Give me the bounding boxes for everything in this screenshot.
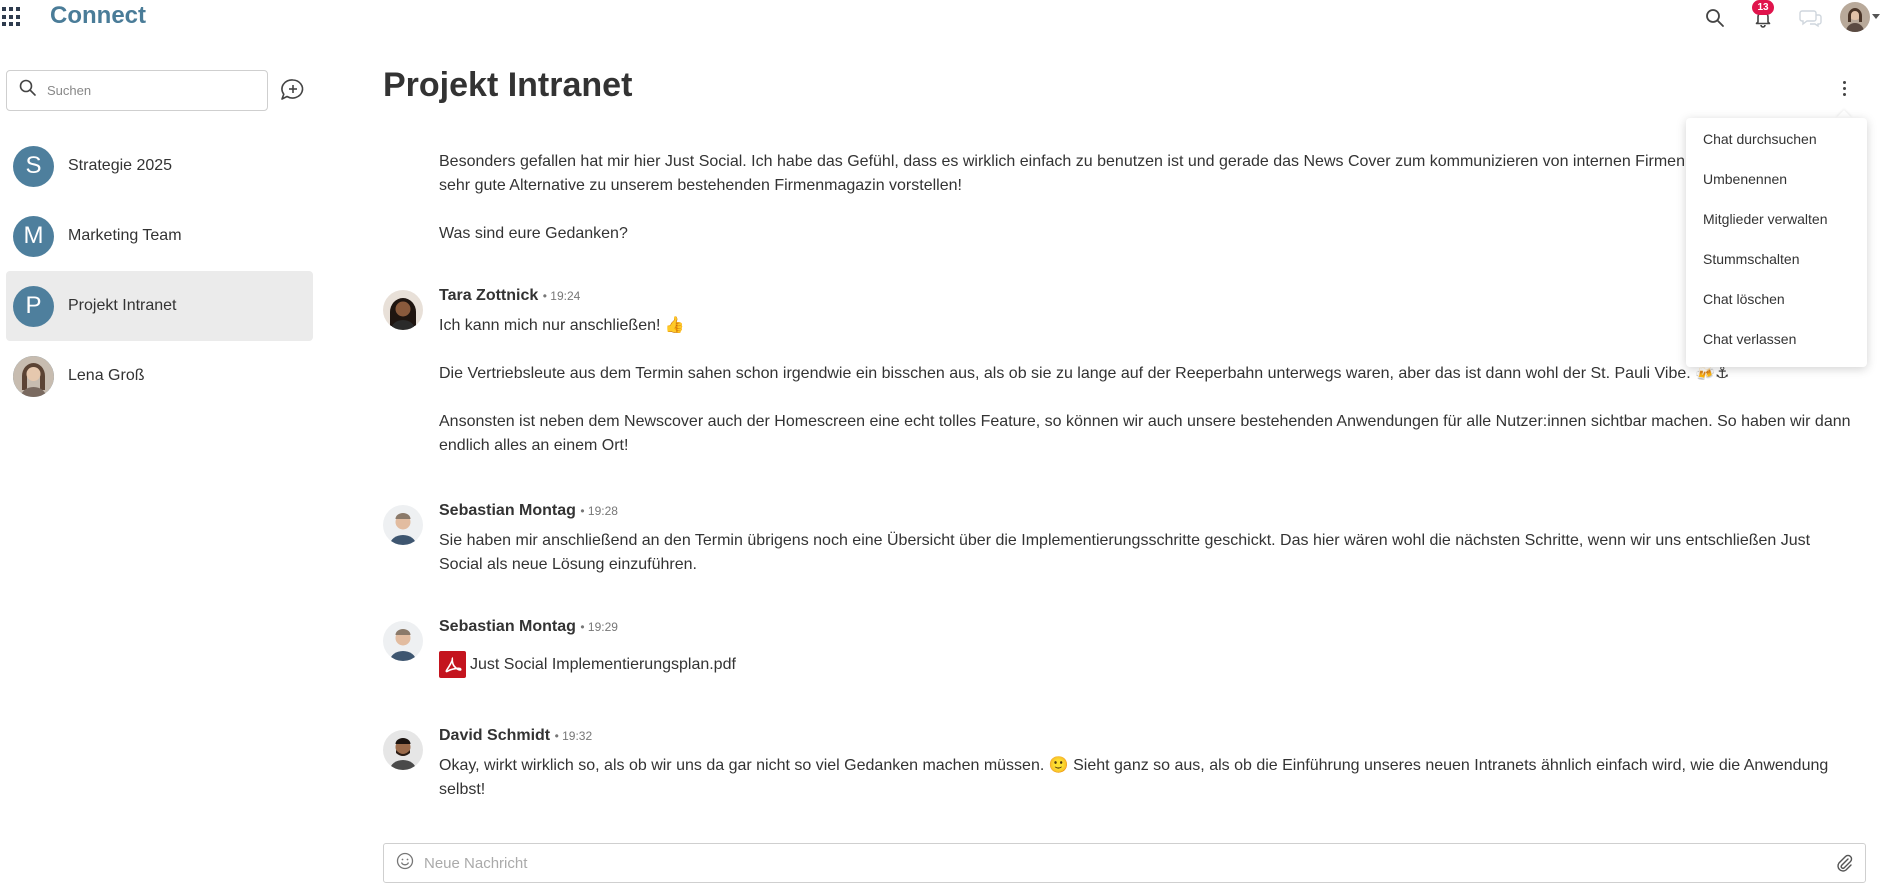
author-avatar[interactable] [383, 621, 423, 661]
menu-item-mute[interactable]: Stummschalten [1686, 252, 1867, 292]
message-time: • 19:29 [580, 620, 618, 634]
chat-avatar: M [13, 215, 54, 257]
menu-item-rename[interactable]: Umbenennen [1686, 172, 1867, 212]
chat-bubbles-icon[interactable] [1799, 6, 1823, 30]
message-text: Was sind eure Gedanken? [439, 225, 628, 242]
chat-title: Projekt Intranet [383, 66, 633, 104]
message-time: • 19:32 [554, 729, 593, 743]
message-composer[interactable] [383, 843, 1866, 883]
message-text: sehr gute Alternative zu unserem bestehe… [439, 177, 962, 194]
menu-item-delete-chat[interactable]: Chat löschen [1686, 292, 1867, 332]
chat-name: Projekt Intranet [68, 297, 177, 314]
chat-list-item-active[interactable]: P Projekt Intranet [6, 271, 313, 341]
chat-avatar-photo [13, 355, 54, 397]
chevron-down-icon[interactable] [1872, 14, 1880, 19]
chat-avatar: P [13, 285, 54, 327]
chat-search-field[interactable] [6, 70, 268, 111]
emoji-icon[interactable] [396, 852, 414, 875]
message-text: Okay, wirkt wirklich so, als ob wir uns … [439, 757, 1829, 798]
attachment-name[interactable]: Just Social Implementierungsplan.pdf [470, 656, 736, 674]
chat-name: Strategie 2025 [68, 157, 173, 174]
more-options-icon[interactable] [1836, 76, 1852, 100]
paperclip-icon[interactable] [1835, 853, 1853, 878]
author-name[interactable]: Sebastian Montag [439, 618, 576, 635]
chat-name: Lena Groß [68, 367, 145, 384]
app-launcher-icon[interactable] [2, 7, 22, 27]
message-time: • 19:24 [542, 289, 581, 303]
chat-options-menu: Chat durchsuchen Umbenennen Mitglieder v… [1686, 118, 1867, 367]
file-attachment[interactable]: Just Social Implementierungsplan.pdf [439, 651, 736, 678]
notification-badge: 13 [1752, 0, 1774, 15]
message-text: Ansonsten ist neben dem Newscover auch d… [439, 413, 1851, 454]
chat-list-item[interactable]: Lena Groß [6, 341, 313, 411]
message-input[interactable] [424, 854, 1804, 872]
chat-list-item[interactable]: S Strategie 2025 [6, 131, 313, 201]
pdf-file-icon [439, 651, 466, 678]
author-avatar[interactable] [383, 730, 423, 770]
menu-item-search-chat[interactable]: Chat durchsuchen [1686, 132, 1867, 172]
message-text: Besonders gefallen hat mir hier Just Soc… [439, 153, 1715, 170]
top-bar: Connect 13 [0, 0, 1887, 34]
author-name[interactable]: David Schmidt [439, 727, 550, 744]
author-avatar[interactable] [383, 505, 423, 545]
search-icon [19, 79, 37, 102]
chat-list-item[interactable]: M Marketing Team [6, 201, 313, 271]
search-icon[interactable] [1703, 6, 1727, 30]
message-header: Sebastian Montag • 19:29 [439, 618, 618, 636]
message-text: Die Vertriebsleute aus dem Termin sahen … [439, 365, 1730, 382]
message-header: Sebastian Montag • 19:28 [439, 502, 618, 520]
new-chat-icon[interactable] [279, 77, 307, 103]
chat-name: Marketing Team [68, 227, 182, 244]
author-avatar[interactable] [383, 290, 423, 330]
message-text: Sie haben mir anschließend an den Termin… [439, 532, 1811, 573]
app-title[interactable]: Connect [50, 2, 146, 30]
menu-item-leave-chat[interactable]: Chat verlassen [1686, 332, 1867, 372]
author-name[interactable]: Tara Zottnick [439, 287, 538, 304]
menu-item-manage-members[interactable]: Mitglieder verwalten [1686, 212, 1867, 252]
chat-search-input[interactable] [47, 83, 247, 98]
chat-avatar: S [13, 145, 54, 187]
message-time: • 19:28 [580, 504, 618, 518]
message-header: David Schmidt • 19:32 [439, 727, 592, 745]
message-text: Ich kann mich nur anschließen! 👍 [439, 317, 685, 334]
message-header: Tara Zottnick • 19:24 [439, 287, 580, 305]
user-avatar[interactable] [1840, 2, 1870, 32]
author-name[interactable]: Sebastian Montag [439, 502, 576, 519]
menu-pointer [1836, 110, 1852, 118]
